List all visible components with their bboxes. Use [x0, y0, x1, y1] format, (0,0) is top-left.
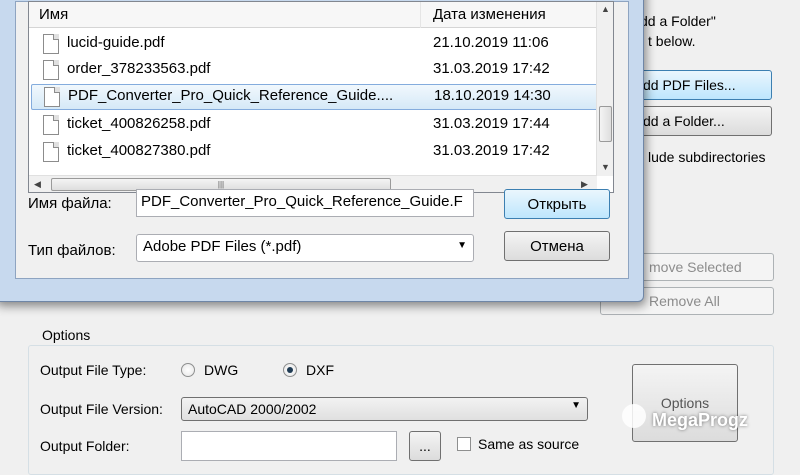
- file-name: ticket_400826258.pdf: [67, 115, 211, 132]
- cancel-button[interactable]: Отмена: [504, 231, 610, 261]
- vertical-scrollbar[interactable]: ▲ ▼: [596, 2, 613, 176]
- open-button[interactable]: Открыть: [504, 189, 610, 219]
- options-legend: Options: [40, 327, 93, 343]
- file-date: 31.03.2019 17:42: [433, 60, 550, 77]
- browse-folder-button[interactable]: ...: [409, 431, 441, 461]
- file-row[interactable]: ticket_400827380.pdf 31.03.2019 17:42: [29, 139, 597, 165]
- file-row[interactable]: ticket_400826258.pdf 31.03.2019 17:44: [29, 112, 597, 138]
- file-date: 18.10.2019 14:30: [434, 87, 551, 104]
- filename-label: Имя файла:: [28, 195, 112, 212]
- file-date: 31.03.2019 17:44: [433, 115, 550, 132]
- scroll-down-icon[interactable]: ▼: [601, 162, 610, 172]
- include-subdirectories-label[interactable]: lude subdirectories: [648, 149, 766, 165]
- column-header-name[interactable]: Имя: [29, 2, 421, 28]
- pdf-file-icon: [43, 142, 59, 162]
- output-folder-label: Output Folder:: [40, 438, 130, 454]
- dropdown-arrow-icon: ▼: [571, 400, 581, 411]
- pdf-file-icon: [43, 34, 59, 54]
- file-name: PDF_Converter_Pro_Quick_Reference_Guide.…: [68, 87, 394, 104]
- dwg-radio[interactable]: [181, 363, 195, 377]
- file-list-header: Имя Дата изменения: [29, 2, 613, 28]
- column-header-date[interactable]: Дата изменения: [421, 2, 597, 28]
- open-file-dialog: Имя Дата изменения lucid-guide.pdf 21.10…: [0, 0, 644, 302]
- dropdown-arrow-icon: ▼: [457, 240, 467, 251]
- pdf-file-icon: [44, 87, 60, 107]
- watermark-text: MegaProgz: [652, 410, 749, 430]
- file-row[interactable]: order_378233563.pdf 31.03.2019 17:42: [29, 57, 597, 83]
- pdf-file-icon: [43, 60, 59, 80]
- pdf-file-icon: [43, 115, 59, 135]
- hint-text-line2: t below.: [648, 33, 696, 49]
- file-name: lucid-guide.pdf: [67, 34, 165, 51]
- file-date: 21.10.2019 11:06: [433, 34, 549, 51]
- filename-input[interactable]: PDF_Converter_Pro_Quick_Reference_Guide.…: [136, 189, 474, 217]
- file-list[interactable]: Имя Дата изменения lucid-guide.pdf 21.10…: [28, 1, 614, 193]
- file-name: order_378233563.pdf: [67, 60, 211, 77]
- dxf-radio[interactable]: [283, 363, 297, 377]
- dwg-radio-label[interactable]: DWG: [204, 362, 238, 378]
- file-date: 31.03.2019 17:42: [433, 142, 550, 159]
- same-as-source-label[interactable]: Same as source: [478, 436, 579, 452]
- filetype-value: Adobe PDF Files (*.pdf): [143, 238, 302, 255]
- scroll-left-icon[interactable]: ◀: [34, 179, 41, 190]
- dialog-client-area: Имя Дата изменения lucid-guide.pdf 21.10…: [15, 1, 629, 279]
- filetype-select[interactable]: Adobe PDF Files (*.pdf) ▼: [136, 234, 474, 262]
- watermark-logo-icon: [622, 404, 646, 428]
- output-file-version-label: Output File Version:: [40, 401, 163, 417]
- file-name: ticket_400827380.pdf: [67, 142, 211, 159]
- output-folder-input[interactable]: [181, 431, 397, 461]
- output-file-type-label: Output File Type:: [40, 362, 147, 378]
- hint-text-line1: dd a Folder": [640, 13, 716, 29]
- output-file-version-value: AutoCAD 2000/2002: [188, 401, 317, 417]
- same-as-source-checkbox[interactable]: [457, 437, 471, 451]
- file-row[interactable]: lucid-guide.pdf 21.10.2019 11:06: [29, 31, 597, 57]
- output-file-version-select[interactable]: AutoCAD 2000/2002 ▼: [181, 397, 588, 421]
- scroll-up-icon[interactable]: ▲: [601, 4, 610, 14]
- filetype-label: Тип файлов:: [28, 242, 116, 259]
- dxf-radio-label[interactable]: DXF: [306, 362, 334, 378]
- file-row-selected[interactable]: PDF_Converter_Pro_Quick_Reference_Guide.…: [31, 84, 599, 110]
- vertical-scroll-thumb[interactable]: [599, 106, 612, 142]
